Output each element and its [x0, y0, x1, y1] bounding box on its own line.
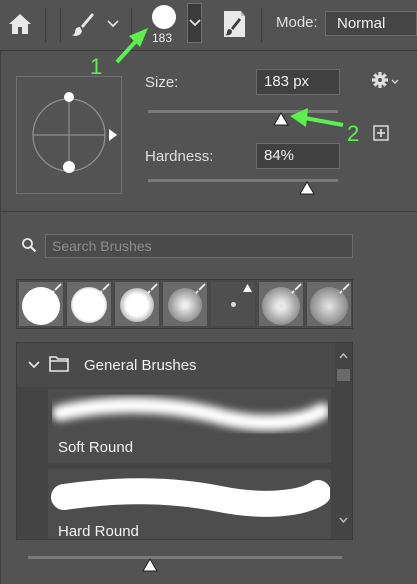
annotation-2: 2 [347, 121, 360, 146]
annotation-1: 1 [90, 54, 103, 79]
annotation-arrows [115, 28, 344, 127]
